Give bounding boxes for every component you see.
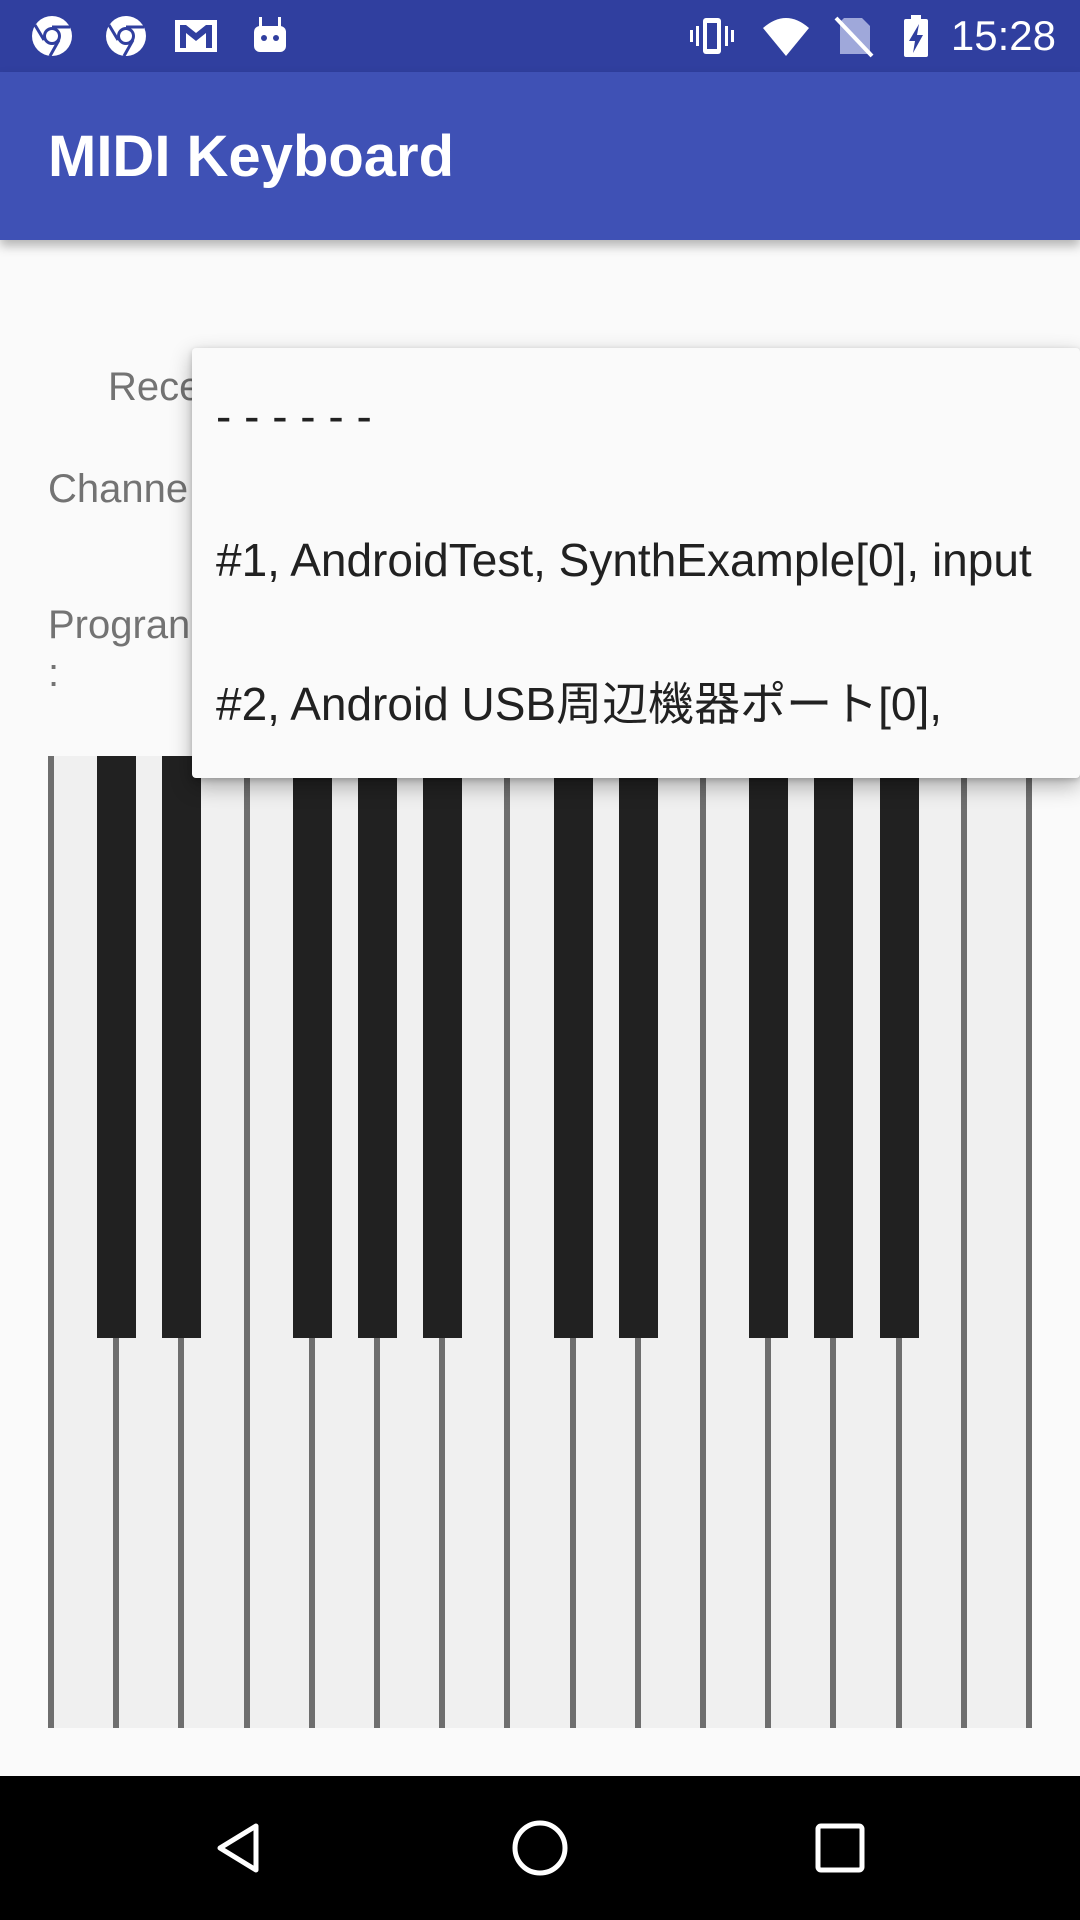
no-sim-icon <box>834 16 874 58</box>
chrome-icon <box>106 16 146 57</box>
gmail-icon <box>175 20 217 52</box>
dropdown-item-label: - - - - - - <box>216 390 372 442</box>
app-title: MIDI Keyboard <box>48 124 455 189</box>
program-label-colon: : <box>48 651 60 695</box>
white-key-separator <box>700 756 706 1728</box>
black-key[interactable] <box>358 756 397 1338</box>
black-key[interactable] <box>162 756 201 1338</box>
battery-charging-icon <box>904 15 928 57</box>
white-key[interactable] <box>967 756 1026 1728</box>
black-key[interactable] <box>554 756 593 1338</box>
recents-icon[interactable] <box>804 1812 876 1884</box>
receiver-dropdown-menu: - - - - - - #1, AndroidTest, SynthExampl… <box>192 348 1080 778</box>
white-key-separator <box>1026 756 1032 1728</box>
black-key[interactable] <box>619 756 658 1338</box>
dropdown-item-label: #2, Android USB周辺機器ポート[0], <box>216 678 943 730</box>
white-key-separator <box>504 756 510 1728</box>
chrome-icon <box>32 16 72 57</box>
black-key[interactable] <box>814 756 853 1338</box>
white-key-separator <box>244 756 250 1728</box>
channel-label: Channe <box>48 467 189 511</box>
vibrate-icon <box>690 18 734 54</box>
piano-keyboard[interactable] <box>48 756 1032 1728</box>
black-key[interactable] <box>97 756 136 1338</box>
dropdown-item-synth-example[interactable]: #1, AndroidTest, SynthExample[0], input <box>192 492 1080 636</box>
app-bar: MIDI Keyboard <box>0 72 1080 240</box>
black-key[interactable] <box>880 756 919 1338</box>
back-icon[interactable] <box>204 1812 276 1884</box>
black-key[interactable] <box>749 756 788 1338</box>
home-icon[interactable] <box>504 1812 576 1884</box>
status-clock: 15:28 <box>950 12 1056 59</box>
android-icon <box>254 17 286 52</box>
black-key[interactable] <box>423 756 462 1338</box>
dropdown-item-usb-port[interactable]: #2, Android USB周辺機器ポート[0], <box>192 636 1080 778</box>
black-key[interactable] <box>293 756 332 1338</box>
dropdown-item-none[interactable]: - - - - - - <box>192 348 1080 492</box>
white-key-separator <box>961 756 967 1728</box>
navigation-bar <box>0 1776 1080 1920</box>
program-label: Progran <box>48 603 191 647</box>
white-key-separator <box>48 756 54 1728</box>
receiver-label: Rece <box>108 365 202 409</box>
wifi-icon <box>763 18 809 56</box>
dropdown-item-label: #1, AndroidTest, SynthExample[0], input <box>216 534 1032 586</box>
status-bar: 15:28 <box>0 0 1080 72</box>
